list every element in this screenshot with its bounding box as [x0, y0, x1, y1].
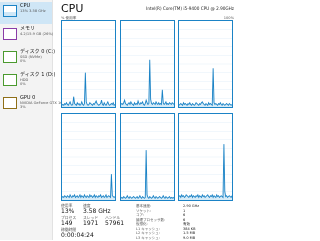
sidebar-item-subtitle-2: 0%	[20, 59, 26, 63]
threads-value: 1971	[83, 220, 99, 227]
core-graph-svg	[179, 29, 232, 107]
disk-1-thumbnail-graph	[3, 74, 17, 86]
core-graph-grid	[61, 20, 233, 202]
core-usage-line	[179, 68, 232, 105]
sidebar: CPU 13% 3.58 GHz メモリ 4.2/15.9 GB (26%) デ…	[0, 0, 71, 240]
core-graph-2	[119, 20, 175, 108]
sidebar-item-subtitle: 13% 3.58 GHz	[20, 9, 46, 13]
sidebar-item-gpu-0[interactable]: GPU 0 NVIDIA GeForce GTX 1660 Ti 3%	[0, 94, 71, 116]
l2-cache-value: 1.5 MB	[183, 231, 196, 235]
core-usage-area	[120, 59, 174, 107]
core-graph-1	[61, 20, 116, 108]
core-usage-line	[62, 174, 115, 197]
disk-0-thumbnail-graph	[3, 51, 17, 63]
cpu-thumbnail-graph	[3, 5, 17, 17]
speed-value: 3.58 GHz	[83, 208, 111, 215]
core-graph-svg	[179, 122, 232, 200]
logical-processors-value: 6	[183, 217, 186, 222]
core-graph-svg	[62, 122, 115, 200]
cores-value: 6	[183, 213, 186, 217]
sidebar-item-subtitle-2: 0%	[20, 82, 26, 86]
cpu-model-name: Intel(R) Core(TM) i5-9400 CPU @ 2.90GHz	[146, 6, 234, 11]
core-graph-svg	[62, 29, 115, 107]
core-graph-svg	[120, 122, 174, 200]
core-graph-5	[119, 113, 175, 201]
sidebar-item-disk-1[interactable]: ディスク 1 (D:) HDD 0%	[0, 71, 55, 93]
uptime-value: 0:00:04:24	[61, 232, 94, 239]
core-usage-area	[179, 68, 232, 107]
sidebar-item-subtitle-2: 3%	[20, 105, 26, 109]
core-usage-line	[62, 73, 115, 106]
core-graph-3	[178, 20, 233, 108]
cpu-detail-panel: CPU Intel(R) Core(TM) i5-9400 CPU @ 2.90…	[57, 0, 240, 240]
sidebar-item-subtitle: 4.2/15.9 GB (26%)	[20, 32, 54, 36]
core-graph-4	[61, 113, 116, 201]
handles-value: 57961	[105, 220, 125, 227]
sidebar-item-disk-0[interactable]: ディスク 0 (C:) SSD (NVMe) 0%	[0, 48, 55, 70]
core-graph-6	[178, 113, 233, 201]
sidebar-item-cpu[interactable]: CPU 13% 3.58 GHz	[0, 2, 52, 24]
gpu-thumbnail-graph	[3, 97, 17, 109]
sockets-value: 1	[183, 208, 186, 213]
utilization-value: 13%	[61, 208, 75, 215]
memory-thumbnail-graph	[3, 28, 17, 40]
processes-value: 149	[61, 220, 73, 227]
core-usage-area	[120, 150, 174, 200]
l3-cache-value: 9.0 MB	[183, 235, 196, 240]
l1-cache-value: 384 KB	[183, 226, 196, 231]
sidebar-item-memory[interactable]: メモリ 4.2/15.9 GB (26%)	[0, 25, 54, 47]
stats-section: 使用率 13% 速度 3.58 GHz プロセス 149 スレッド 1971 ハ…	[61, 203, 236, 240]
base-speed-value: 2.90 GHz	[183, 204, 200, 208]
page-title: CPU	[61, 2, 84, 15]
core-graph-svg	[120, 29, 174, 107]
